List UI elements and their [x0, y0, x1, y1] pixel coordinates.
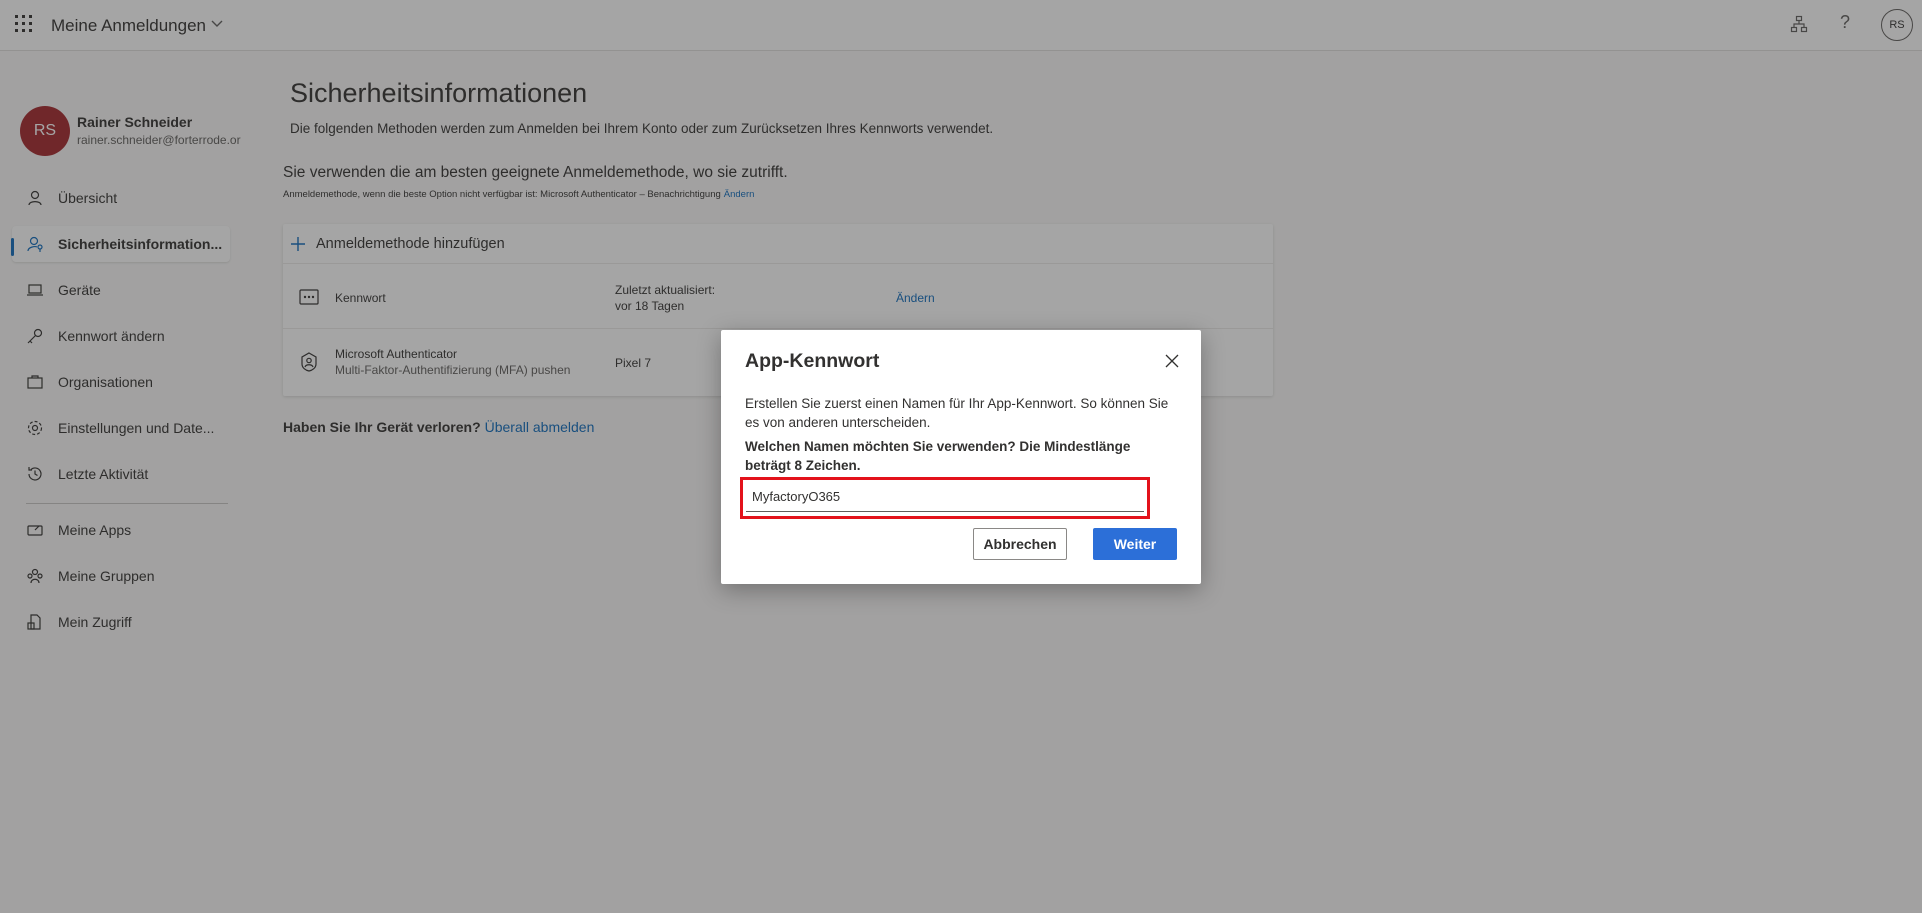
app-password-dialog: App-Kennwort Erstellen Sie zuerst einen …: [721, 330, 1201, 584]
input-highlight-box: [740, 477, 1150, 519]
dialog-title: App-Kennwort: [745, 350, 880, 372]
dialog-description: Erstellen Sie zuerst einen Namen für Ihr…: [745, 396, 1169, 430]
next-button[interactable]: Weiter: [1093, 528, 1177, 560]
dialog-question: Welchen Namen möchten Sie verwenden? Die…: [745, 439, 1131, 473]
app-password-name-input[interactable]: [746, 482, 1144, 512]
close-icon[interactable]: [1163, 352, 1181, 370]
cancel-button[interactable]: Abbrechen: [973, 528, 1067, 560]
